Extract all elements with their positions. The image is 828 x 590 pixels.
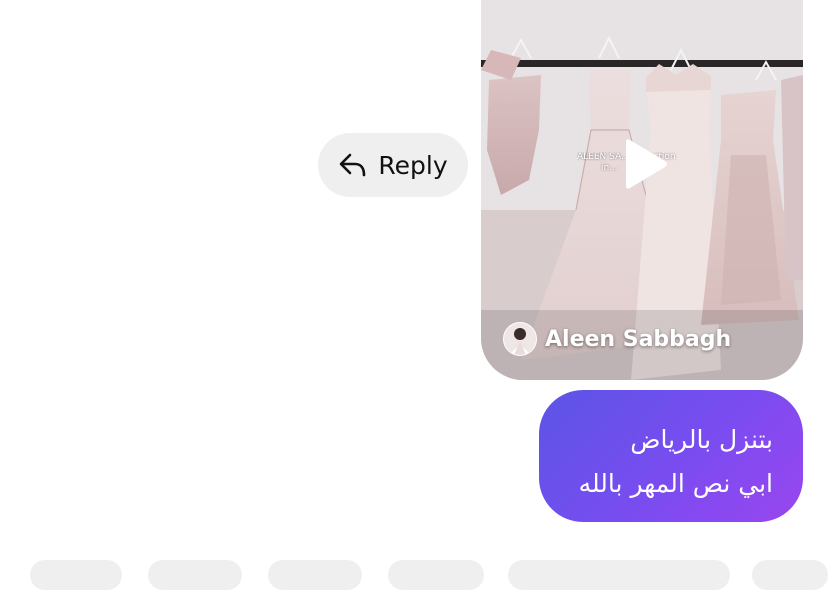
reply-arrow-icon [338, 151, 368, 179]
shared-video-post[interactable]: ALEEN SA... collection in... Aleen Sabba… [481, 0, 803, 380]
sent-message-bubble[interactable]: بتنزل بالرياض ابي نص المهر بالله [539, 390, 803, 522]
author-name: Aleen Sabbagh [545, 326, 732, 352]
suggestion-chips-row [0, 560, 828, 590]
reply-button[interactable]: Reply [318, 133, 468, 197]
message-line-2: ابي نص المهر بالله [578, 469, 773, 498]
suggestion-chip[interactable] [388, 560, 484, 590]
play-icon [626, 139, 667, 189]
suggestion-chip[interactable] [508, 560, 730, 590]
message-line-1: بتنزل بالرياض [630, 425, 773, 454]
suggestion-chip[interactable] [30, 560, 122, 590]
suggestion-chip[interactable] [268, 560, 362, 590]
reply-label: Reply [378, 150, 448, 180]
suggestion-chip[interactable] [752, 560, 828, 590]
post-author[interactable]: Aleen Sabbagh [503, 322, 731, 356]
play-button[interactable] [613, 132, 677, 196]
suggestion-chip[interactable] [148, 560, 242, 590]
avatar [503, 322, 537, 356]
